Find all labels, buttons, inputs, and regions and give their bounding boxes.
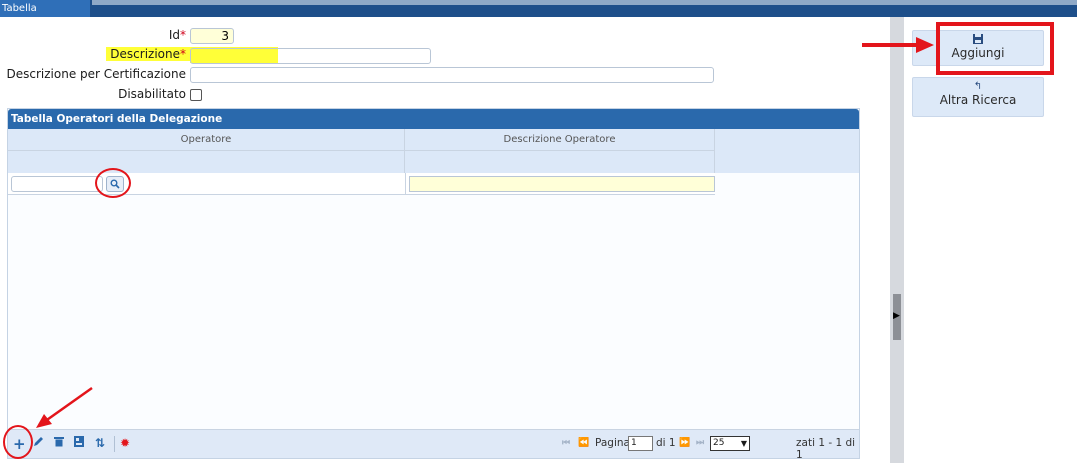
window-tab[interactable]: Tabella Delegazioni bbox=[0, 0, 90, 31]
descrizione-label-text: Descrizione bbox=[110, 47, 180, 61]
grid-title: Tabella Operatori della Delegazione bbox=[8, 109, 859, 129]
column-header-descrizione-operatore[interactable]: Descrizione Operatore bbox=[405, 129, 715, 151]
rows-per-page-select[interactable]: 25 ▼ bbox=[710, 436, 750, 451]
annotation-arrow-add bbox=[36, 386, 93, 428]
rows-value: 25 bbox=[713, 438, 725, 448]
descrizione-operatore-filter-input[interactable] bbox=[409, 176, 715, 192]
annotation-box-aggiungi bbox=[936, 22, 1054, 75]
disabilitato-checkbox[interactable] bbox=[190, 89, 202, 101]
altra-ricerca-button[interactable]: ↰ Altra Ricerca bbox=[912, 77, 1044, 117]
id-field[interactable] bbox=[190, 28, 234, 44]
delete-icon[interactable] bbox=[54, 436, 64, 451]
last-page-icon[interactable]: ⏭ bbox=[696, 438, 704, 448]
panel-splitter[interactable]: ▶ bbox=[890, 17, 904, 463]
disabilitato-label-row: Disabilitato bbox=[0, 87, 186, 103]
id-label-text: Id bbox=[168, 28, 180, 42]
descrizione-field[interactable] bbox=[190, 48, 431, 64]
column-header-operatore[interactable]: Operatore bbox=[8, 129, 405, 151]
chevron-down-icon: ▼ bbox=[740, 439, 747, 448]
cert-description-field[interactable] bbox=[190, 67, 714, 83]
expand-arrow-icon[interactable]: ▶ bbox=[893, 311, 900, 321]
export-icon[interactable] bbox=[74, 436, 84, 451]
header-spacer bbox=[8, 151, 405, 173]
records-summary: zati 1 - 1 di 1 bbox=[796, 437, 856, 461]
operatore-filter-input[interactable] bbox=[11, 176, 103, 192]
required-mark: * bbox=[180, 47, 186, 61]
toolbar-divider bbox=[114, 436, 115, 452]
pagina-label: Pagina bbox=[595, 437, 630, 449]
operators-grid: Tabella Operatori della Delegazione Oper… bbox=[7, 108, 860, 461]
refresh-icon[interactable]: ⇅ bbox=[95, 436, 105, 450]
prev-page-icon[interactable]: ⏪ bbox=[578, 438, 589, 448]
descrizione-label: Descrizione* bbox=[106, 47, 190, 61]
header-spacer bbox=[405, 151, 715, 173]
window-titlebar: Tabella Delegazioni bbox=[0, 0, 1077, 31]
page-of-label: di 1 bbox=[656, 437, 676, 449]
grid-toolbar: + ⇅ ✹ ⏮ ⏪ Pagina 1 di 1 ⏩ ⏭ 25 ▼ zati 1 … bbox=[8, 429, 859, 461]
annotation-circle-add bbox=[3, 425, 33, 459]
column-divider bbox=[405, 173, 406, 195]
annotation-circle-search bbox=[95, 168, 131, 198]
undo-icon: ↰ bbox=[973, 81, 983, 92]
descrizione-label-row: Descrizione* bbox=[0, 47, 190, 63]
disabilitato-label: Disabilitato bbox=[118, 87, 186, 101]
cert-label-row: Descrizione per Certificazione bbox=[0, 67, 186, 83]
altra-ricerca-label: Altra Ricerca bbox=[939, 93, 1017, 107]
annotation-arrow-aggiungi bbox=[862, 37, 934, 53]
id-label: Id* bbox=[169, 28, 186, 42]
id-label-row: Id* bbox=[0, 28, 186, 44]
cert-label: Descrizione per Certificazione bbox=[6, 67, 186, 81]
edit-icon[interactable] bbox=[33, 436, 44, 451]
next-page-icon[interactable]: ⏩ bbox=[679, 438, 690, 448]
settings-icon[interactable]: ✹ bbox=[120, 436, 130, 450]
first-page-icon[interactable]: ⏮ bbox=[562, 438, 570, 448]
required-mark: * bbox=[180, 28, 186, 42]
page-input[interactable]: 1 bbox=[628, 436, 653, 451]
titlebar-strip bbox=[92, 0, 1077, 5]
grid-header: Operatore Descrizione Operatore bbox=[8, 129, 859, 173]
